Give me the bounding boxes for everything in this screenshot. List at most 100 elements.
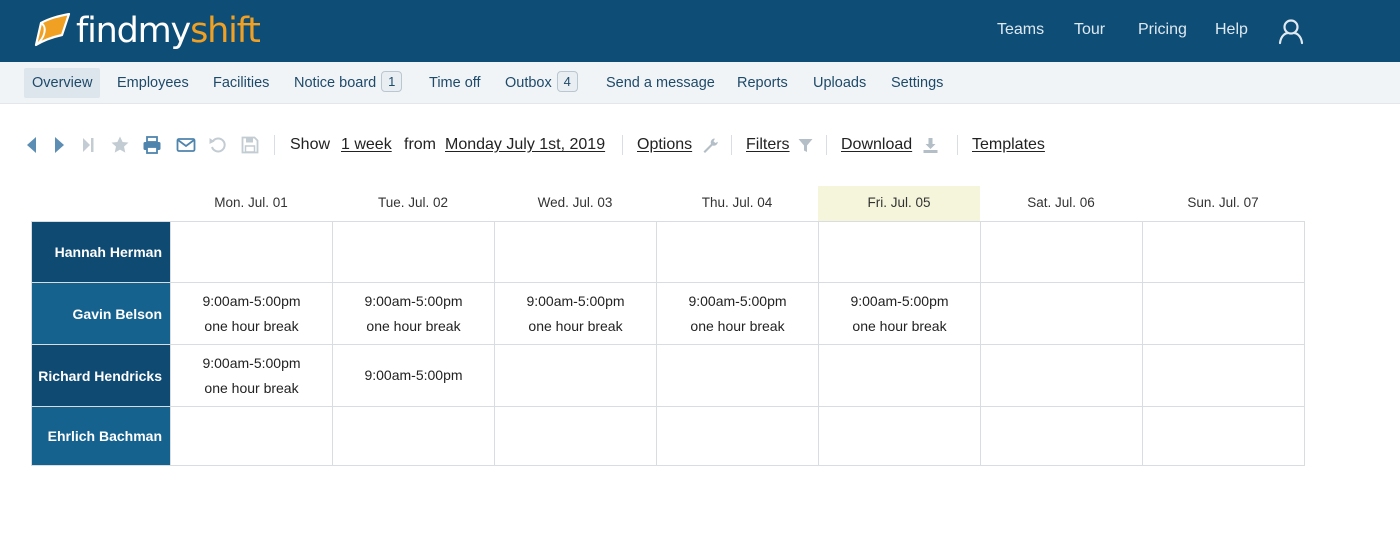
shift-cell[interactable]	[1142, 344, 1305, 407]
shift-time: 9:00am-5:00pm	[364, 292, 463, 309]
shift-cell[interactable]	[656, 221, 819, 283]
shift-time: 9:00am-5:00pm	[850, 292, 949, 309]
subnav-label: Time off	[429, 75, 481, 91]
shift-cell[interactable]	[980, 406, 1143, 466]
subnav-label: Employees	[117, 75, 189, 91]
last-icon[interactable]	[77, 134, 99, 156]
day-header: Sun. Jul. 07	[1187, 195, 1259, 210]
nav-help[interactable]: Help	[1215, 0, 1248, 62]
nav-pricing[interactable]: Pricing	[1138, 0, 1187, 62]
start-date-picker[interactable]: Monday July 1st, 2019	[445, 134, 605, 156]
shift-time: 9:00am-5:00pm	[688, 292, 787, 309]
shift-note: one hour break	[366, 317, 461, 334]
shift-cell[interactable]	[980, 221, 1143, 283]
brand-name: findmyshift	[76, 10, 261, 52]
day-header: Sat. Jul. 06	[1027, 195, 1095, 210]
star-icon[interactable]	[109, 134, 131, 156]
employee-name[interactable]: Hannah Herman	[31, 221, 171, 283]
outbox-count-badge: 4	[556, 71, 578, 92]
subnav-label: Outbox	[505, 75, 552, 91]
show-label: Show	[290, 136, 331, 153]
filters-link[interactable]: Filters	[746, 134, 790, 156]
subnav-facilities[interactable]: Facilities	[205, 68, 277, 98]
shift-cell[interactable]	[818, 344, 981, 407]
shift-cell[interactable]	[170, 221, 333, 283]
subnav-label: Notice board	[294, 75, 377, 91]
top-header: findmyshift Teams Tour Pricing Help	[0, 0, 1400, 62]
subnav-label: Reports	[737, 75, 788, 91]
shift-cell[interactable]: 9:00am-5:00pm one hour break	[332, 282, 495, 345]
subnav-time-off[interactable]: Time off	[421, 68, 489, 98]
print-icon[interactable]	[141, 134, 163, 156]
shift-cell[interactable]	[818, 406, 981, 466]
day-header: Tue. Jul. 02	[377, 195, 449, 210]
options-link[interactable]: Options	[637, 134, 692, 156]
nav-tour[interactable]: Tour	[1074, 0, 1105, 62]
shift-cell[interactable]	[1142, 221, 1305, 283]
subnav-label: Facilities	[213, 75, 270, 91]
shift-note: one hour break	[852, 317, 947, 334]
shift-cell[interactable]	[170, 406, 333, 466]
subnav-send-message[interactable]: Send a message	[598, 68, 723, 98]
user-icon[interactable]	[1277, 17, 1305, 45]
period-selector[interactable]: 1 week	[341, 134, 392, 156]
templates-link[interactable]: Templates	[972, 134, 1045, 156]
wrench-icon	[703, 138, 718, 153]
undo-icon[interactable]	[207, 134, 229, 156]
shift-cell[interactable]: 9:00am-5:00pm one hour break	[170, 282, 333, 345]
shift-cell[interactable]	[332, 406, 495, 466]
shift-cell[interactable]	[494, 406, 657, 466]
shift-cell[interactable]	[656, 344, 819, 407]
shift-cell[interactable]: 9:00am-5:00pm	[332, 344, 495, 407]
shift-cell[interactable]	[656, 406, 819, 466]
notice-board-count-badge: 1	[381, 71, 403, 92]
shift-cell[interactable]: 9:00am-5:00pm one hour break	[818, 282, 981, 345]
shift-time: 9:00am-5:00pm	[364, 367, 463, 383]
shift-cell[interactable]	[494, 221, 657, 283]
shift-cell[interactable]	[332, 221, 495, 283]
subnav-uploads[interactable]: Uploads	[805, 68, 874, 98]
next-icon[interactable]	[48, 134, 70, 156]
subnav-label: Uploads	[813, 75, 867, 91]
toolbar-divider	[622, 135, 623, 155]
shift-cell[interactable]	[1142, 406, 1305, 466]
shift-cell[interactable]: 9:00am-5:00pm one hour break	[170, 344, 333, 407]
download-link[interactable]: Download	[841, 134, 912, 156]
shift-cell[interactable]: 9:00am-5:00pm one hour break	[494, 282, 657, 345]
from-label: from	[404, 136, 436, 153]
employee-row: Gavin Belson 9:00am-5:00pm one hour break…	[31, 282, 1305, 345]
day-header-today: Fri. Jul. 05	[818, 186, 980, 222]
subnav-settings[interactable]: Settings	[883, 68, 951, 98]
subnav-notice-board[interactable]: Notice board 1	[286, 68, 410, 98]
subnav-employees[interactable]: Employees	[109, 68, 197, 98]
nav-teams[interactable]: Teams	[997, 0, 1044, 62]
shift-cell[interactable]	[980, 282, 1143, 345]
shift-cell[interactable]	[818, 221, 981, 283]
employee-name[interactable]: Richard Hendricks	[31, 344, 171, 407]
employee-name[interactable]: Ehrlich Bachman	[31, 406, 171, 466]
subnav-reports[interactable]: Reports	[729, 68, 796, 98]
day-header: Mon. Jul. 01	[214, 195, 288, 210]
subnav-overview[interactable]: Overview	[24, 68, 101, 98]
shift-cell[interactable]: 9:00am-5:00pm one hour break	[656, 282, 819, 345]
download-icon	[923, 138, 938, 153]
brand-logo[interactable]: findmyshift	[32, 10, 261, 52]
shift-cell[interactable]	[1142, 282, 1305, 345]
employee-row: Richard Hendricks 9:00am-5:00pm one hour …	[31, 344, 1305, 407]
shift-time: 9:00am-5:00pm	[202, 292, 301, 309]
save-icon[interactable]	[239, 134, 261, 156]
email-icon[interactable]	[175, 134, 197, 156]
employee-name[interactable]: Gavin Belson	[31, 282, 171, 345]
subnav-label: Settings	[891, 75, 944, 91]
employee-row: Ehrlich Bachman	[31, 406, 1305, 466]
shift-time: 9:00am-5:00pm	[202, 354, 301, 371]
shift-cell[interactable]	[494, 344, 657, 407]
subnav-outbox[interactable]: Outbox 4	[497, 68, 586, 98]
toolbar-divider	[731, 135, 732, 155]
previous-icon[interactable]	[21, 134, 43, 156]
toolbar-divider	[826, 135, 827, 155]
subnav-label: Send a message	[606, 75, 715, 91]
shift-cell[interactable]	[980, 344, 1143, 407]
sub-navigation: Overview Employees Facilities Notice boa…	[0, 62, 1400, 104]
toolbar-divider	[274, 135, 275, 155]
